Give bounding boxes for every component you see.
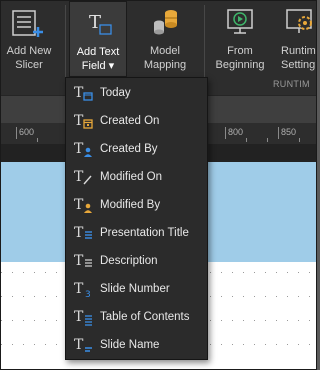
menu-item-modified-on[interactable]: T Modified On — [70, 164, 203, 190]
menu-item-created-by[interactable]: T Created By — [70, 136, 203, 162]
ruler-tick-label: 850 — [278, 127, 296, 139]
model-mapping-label-2: Mapping — [143, 59, 187, 71]
menu-item-label: Today — [100, 87, 131, 99]
svg-text:T: T — [74, 337, 84, 353]
from-beginning-label-2: Beginning — [215, 59, 265, 71]
menu-item-description[interactable]: T Description — [70, 248, 203, 274]
menu-item-label: Description — [100, 255, 158, 267]
text-description-icon: T — [74, 253, 92, 269]
svg-text:T: T — [74, 85, 84, 101]
svg-text:T: T — [74, 225, 84, 241]
slicer-icon — [12, 10, 43, 37]
svg-text:T: T — [74, 197, 84, 213]
svg-text:T: T — [89, 12, 101, 33]
text-user-edit-icon: T — [74, 197, 92, 213]
menu-item-label: Presentation Title — [100, 227, 189, 239]
from-beginning-button[interactable]: From Beginning — [208, 1, 272, 91]
menu-item-slide-number[interactable]: T 3 Slide Number — [70, 276, 203, 302]
svg-text:T: T — [74, 281, 84, 297]
menu-item-presentation-title[interactable]: T Presentation Title — [70, 220, 203, 246]
add-text-field-dropdown: T Today T Created On T Created By T Modi… — [65, 77, 208, 360]
runtime-settings-label-2: Setting — [281, 59, 316, 71]
svg-text:T: T — [74, 253, 84, 269]
add-slicer-label-2: Slicer — [15, 59, 43, 71]
ribbon-separator — [204, 5, 205, 87]
ruler-minor-tick — [299, 138, 300, 142]
runtime-settings-label-1: Runtim — [281, 45, 316, 57]
runtime-settings-button[interactable]: Runtim Setting — [275, 1, 316, 91]
text-calendar-icon: T — [74, 113, 93, 129]
menu-item-modified-by[interactable]: T Modified By — [70, 192, 203, 218]
text-field-icon: T — [89, 12, 112, 35]
play-from-start-icon — [227, 9, 253, 34]
from-beginning-label-1: From — [227, 45, 253, 57]
group-caption-runtime: RUNTIM — [273, 79, 310, 89]
menu-item-label: Slide Name — [100, 339, 160, 351]
ruler-minor-tick — [267, 138, 268, 142]
menu-item-label: Slide Number — [100, 283, 170, 295]
add-text-field-label-1: Add Text — [76, 46, 120, 58]
add-new-slicer-button[interactable]: Add New Slicer — [1, 1, 57, 91]
database-icon — [154, 10, 177, 35]
ruler-minor-tick — [37, 138, 38, 142]
add-text-field-label-2: Field ▾ — [81, 60, 115, 72]
menu-item-table-of-contents[interactable]: T Table of Contents — [70, 304, 203, 330]
text-toc-icon: T — [74, 309, 92, 326]
menu-item-today[interactable]: T Today — [70, 80, 203, 106]
menu-item-created-on[interactable]: T Created On — [70, 108, 203, 134]
ruler-tick-label: 600 — [16, 127, 34, 139]
text-edit-icon: T — [74, 169, 92, 185]
svg-text:3: 3 — [85, 290, 91, 299]
svg-text:T: T — [74, 169, 84, 185]
svg-text:T: T — [74, 309, 84, 325]
text-date-icon: T — [74, 85, 93, 101]
menu-item-label: Created On — [100, 115, 160, 127]
text-number-icon: T 3 — [74, 281, 91, 299]
monitor-gear-icon — [286, 9, 312, 33]
menu-item-label: Modified By — [100, 199, 161, 211]
ribbon-separator — [65, 5, 66, 87]
model-mapping-label-1: Model — [150, 45, 180, 57]
ruler-minor-tick — [246, 138, 247, 142]
menu-item-label: Created By — [100, 143, 158, 155]
svg-text:T: T — [74, 113, 84, 129]
ruler-tick-label: 800 — [225, 127, 243, 139]
svg-text:T: T — [74, 141, 84, 157]
text-title-icon: T — [74, 225, 92, 241]
menu-item-label: Table of Contents — [100, 311, 190, 323]
app-window: Add New Slicer T Add Text Field ▾ Model … — [0, 0, 317, 370]
add-text-field-button[interactable]: T Add Text Field ▾ — [69, 1, 127, 77]
add-slicer-label-1: Add New — [6, 45, 52, 57]
text-name-icon: T — [74, 337, 92, 353]
text-user-icon: T — [74, 141, 92, 157]
menu-item-slide-name[interactable]: T Slide Name — [70, 332, 203, 358]
menu-item-label: Modified On — [100, 171, 163, 183]
